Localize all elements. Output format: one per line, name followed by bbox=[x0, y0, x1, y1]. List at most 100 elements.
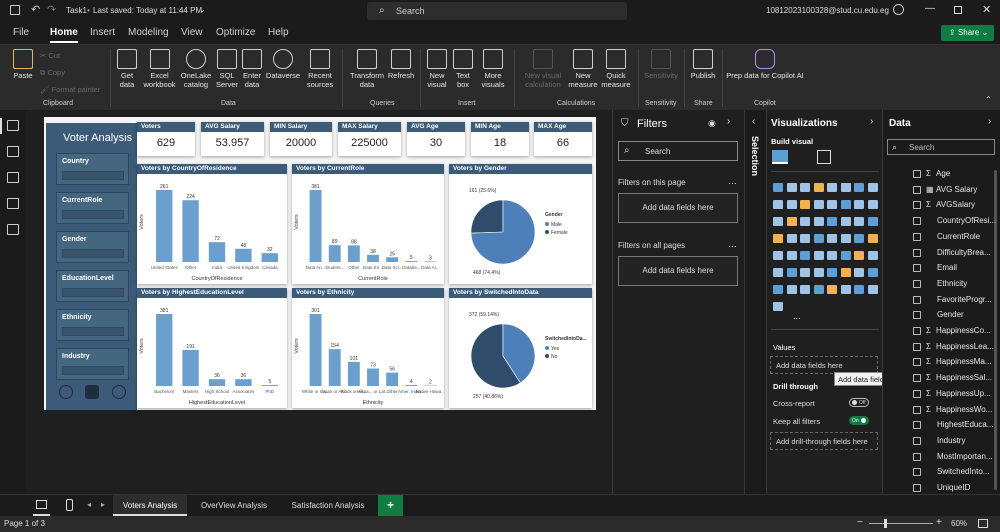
field-checkbox[interactable] bbox=[913, 405, 921, 414]
more-visuals-button[interactable]: More visuals bbox=[476, 49, 510, 89]
dataverse-button[interactable]: Dataverse bbox=[265, 49, 301, 80]
visual-type-icon[interactable] bbox=[867, 285, 878, 294]
visual-type-icon[interactable] bbox=[854, 234, 864, 243]
field-checkbox[interactable] bbox=[913, 248, 921, 257]
filters-all-pages-dropzone[interactable]: Add data fields here bbox=[618, 256, 738, 286]
search-box[interactable]: ⌕ Search bbox=[367, 2, 627, 20]
field-checkbox[interactable] bbox=[913, 374, 921, 383]
share-button[interactable]: ⇪ Share ⌄ bbox=[941, 25, 994, 41]
field-checkbox[interactable] bbox=[913, 217, 921, 226]
nav-icon-1[interactable] bbox=[59, 385, 73, 399]
field-currentrole[interactable]: CurrentRole bbox=[937, 232, 980, 241]
desktop-view-icon[interactable] bbox=[36, 500, 47, 509]
bar-white-or-ca[interactable] bbox=[309, 314, 322, 386]
bar-amer-india[interactable] bbox=[405, 385, 418, 386]
visual-type-icon[interactable] bbox=[854, 183, 864, 192]
field-difficultybrea[interactable]: DifficultyBrea... bbox=[937, 248, 991, 257]
report-view-icon[interactable] bbox=[7, 120, 19, 131]
bar-bachelors[interactable] bbox=[156, 314, 173, 386]
kpi-voters[interactable]: Voters 629 bbox=[137, 122, 195, 156]
prev-page-icon[interactable]: ◂ bbox=[87, 500, 91, 509]
visual-type-icon[interactable] bbox=[813, 268, 824, 277]
table-view-icon[interactable] bbox=[7, 146, 19, 157]
chevron-right-icon[interactable]: › bbox=[727, 116, 730, 127]
visual-type-icon[interactable] bbox=[867, 217, 878, 226]
visual-type-icon[interactable] bbox=[840, 268, 851, 277]
field-gender[interactable]: Gender bbox=[937, 310, 964, 319]
tab-view[interactable]: View bbox=[181, 27, 203, 38]
visual-type-icon[interactable] bbox=[813, 183, 824, 192]
visual-type-icon[interactable] bbox=[773, 183, 783, 192]
field-checkbox[interactable] bbox=[913, 201, 921, 210]
kpi-min-age[interactable]: MIN Age 18 bbox=[471, 122, 529, 156]
visual-type-icon[interactable] bbox=[827, 285, 837, 294]
zoom-out-button[interactable]: − bbox=[857, 517, 863, 528]
eye-icon[interactable]: ◉ bbox=[708, 118, 716, 129]
field-favoriteprogr[interactable]: FavoriteProgr... bbox=[937, 295, 992, 304]
field-checkbox[interactable] bbox=[913, 311, 921, 320]
slicer-educationlevel[interactable]: EducationLevel bbox=[56, 270, 129, 302]
field-checkbox[interactable] bbox=[913, 342, 921, 351]
field-highesteduca[interactable]: HighestEduca... bbox=[937, 420, 993, 429]
visual-type-icon[interactable] bbox=[786, 183, 797, 192]
field-happinesslea[interactable]: HappinessLea... bbox=[936, 342, 994, 351]
keep-all-filters-toggle[interactable]: On bbox=[849, 416, 869, 425]
chart-switched[interactable]: Voters by SwitchedIntoData 372 (59.14%) 25… bbox=[449, 288, 592, 408]
visual-type-icon[interactable] bbox=[800, 183, 810, 192]
tmdl-view-icon[interactable] bbox=[7, 224, 19, 235]
get-data-button[interactable]: Get data bbox=[113, 49, 141, 89]
bar-canada[interactable] bbox=[261, 253, 278, 262]
new-visual-calculation-button[interactable]: New visual calculation bbox=[518, 49, 568, 89]
visual-type-icon[interactable] bbox=[827, 268, 837, 277]
selection-strip[interactable]: ‹ Selection bbox=[744, 110, 766, 494]
bar-other[interactable] bbox=[347, 245, 360, 262]
build-visual-icon[interactable] bbox=[772, 150, 788, 164]
model-view-icon[interactable] bbox=[7, 172, 19, 183]
visual-type-icon[interactable] bbox=[840, 183, 851, 192]
field-checkbox[interactable] bbox=[913, 232, 921, 241]
undo-icon[interactable]: ↶ bbox=[31, 3, 40, 16]
bar-india[interactable] bbox=[208, 242, 226, 262]
visual-type-icon[interactable] bbox=[813, 234, 824, 243]
chevron-left-icon[interactable]: ‹ bbox=[752, 116, 755, 127]
dax-query-view-icon[interactable] bbox=[7, 198, 19, 209]
page-tab-satisfaction-analysis[interactable]: Satisfaction Analysis bbox=[280, 495, 376, 516]
tab-home[interactable]: Home bbox=[50, 27, 78, 43]
visual-type-icon[interactable] bbox=[773, 268, 783, 277]
bar-other[interactable] bbox=[182, 200, 199, 262]
text-box-button[interactable]: Text box bbox=[452, 49, 474, 89]
field-age[interactable]: Age bbox=[936, 169, 950, 178]
publish-button[interactable]: Publish bbox=[688, 49, 718, 80]
chart-country[interactable]: Voters by CountryOfResidence Voters 261 Uni… bbox=[137, 164, 287, 284]
field-avgsalary[interactable]: AVGSalary bbox=[936, 200, 975, 209]
field-checkbox[interactable] bbox=[913, 389, 921, 398]
paste-button[interactable]: Paste bbox=[9, 49, 37, 80]
visual-type-icon[interactable] bbox=[813, 251, 824, 260]
more-options-icon[interactable]: … bbox=[728, 239, 737, 249]
visual-type-icon[interactable] bbox=[786, 200, 797, 209]
visual-type-icon[interactable] bbox=[800, 200, 810, 209]
field-checkbox[interactable] bbox=[913, 295, 921, 304]
recent-sources-button[interactable]: Recent sources bbox=[302, 49, 338, 89]
slicer-currentrole[interactable]: CurrentRole bbox=[56, 192, 129, 224]
chart-education[interactable]: Voters by HighestEducationLevel Voters 381… bbox=[137, 288, 287, 408]
visual-type-icon[interactable] bbox=[813, 200, 824, 209]
visual-type-icon[interactable] bbox=[773, 302, 783, 311]
next-page-icon[interactable]: ▸ bbox=[101, 500, 105, 509]
fit-to-page-icon[interactable] bbox=[978, 519, 988, 528]
visual-type-icon[interactable] bbox=[800, 217, 810, 226]
field-happinesssal[interactable]: HappinessSal... bbox=[936, 373, 992, 382]
collapse-ribbon-icon[interactable]: ⌃ bbox=[985, 95, 992, 104]
slicer-gender[interactable]: Gender bbox=[56, 231, 129, 263]
bar-united-states[interactable] bbox=[156, 190, 173, 262]
save-icon[interactable] bbox=[10, 5, 20, 15]
legend-female[interactable]: Female bbox=[551, 230, 568, 236]
field-email[interactable]: Email bbox=[937, 263, 957, 272]
field-checkbox[interactable] bbox=[913, 484, 921, 492]
sensitivity-button[interactable]: Sensitivity bbox=[642, 49, 680, 80]
bar-databa[interactable] bbox=[405, 261, 418, 262]
visual-type-icon[interactable] bbox=[854, 285, 864, 294]
visual-type-icon[interactable] bbox=[813, 285, 824, 294]
field-checkbox[interactable] bbox=[913, 327, 921, 335]
field-checkbox[interactable] bbox=[913, 279, 921, 288]
